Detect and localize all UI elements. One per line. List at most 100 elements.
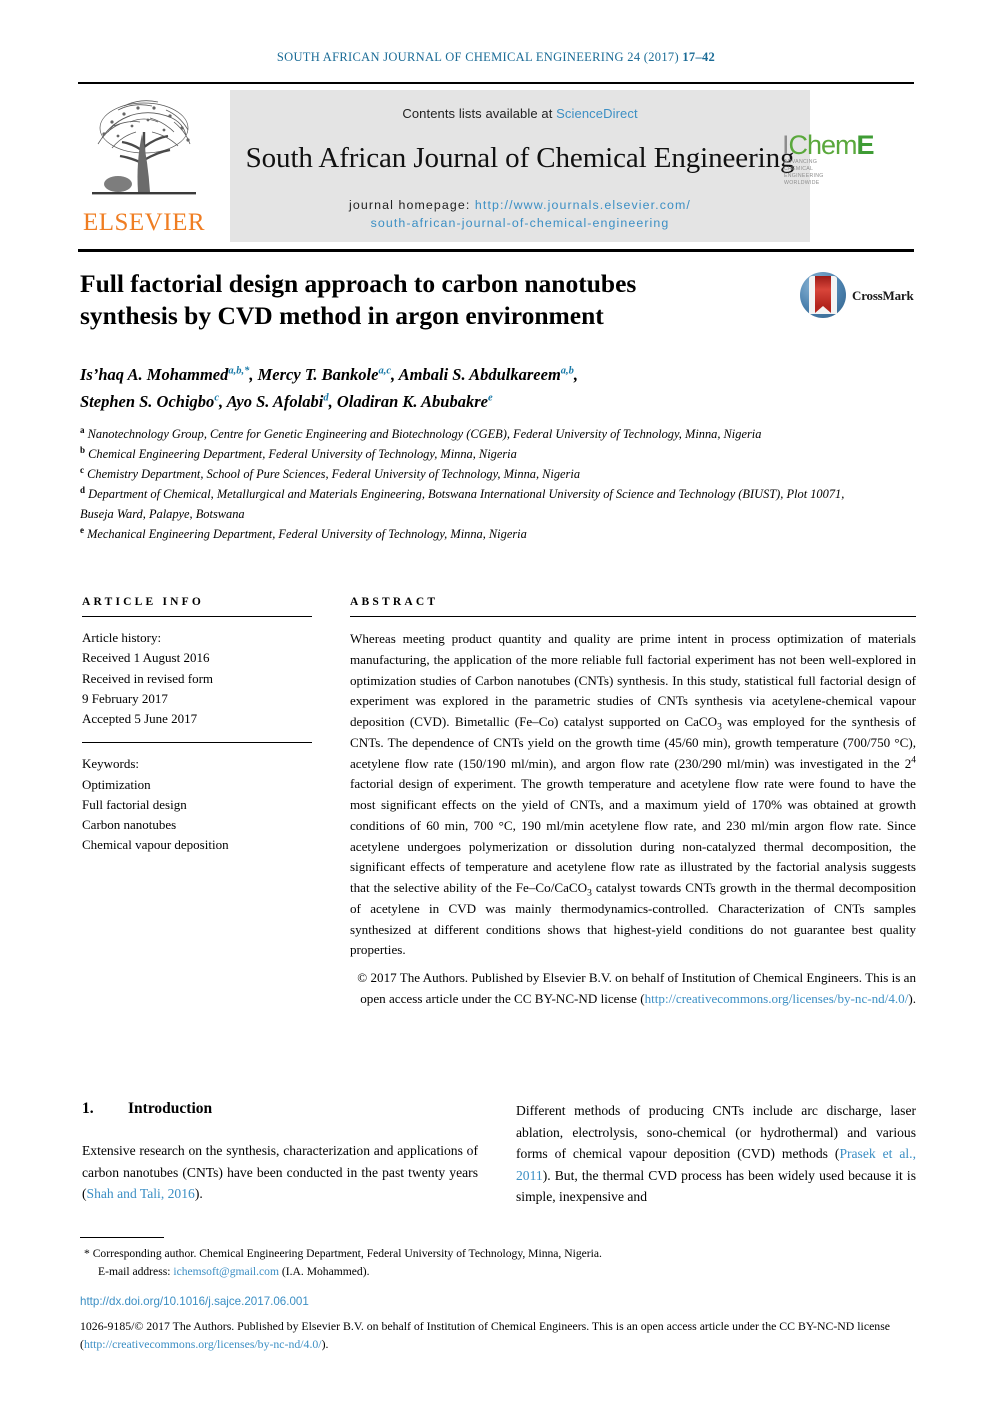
affiliation-item: c Chemistry Department, School of Pure S…	[80, 464, 880, 484]
issn-close: ).	[321, 1336, 329, 1351]
running-head-journal: South African Journal of Chemical Engine…	[276, 50, 679, 64]
affiliation-item: a Nanotechnology Group, Centre for Genet…	[80, 424, 880, 444]
contents-prefix: Contents lists available at	[402, 106, 557, 121]
corresponding-author-note: * Corresponding author. Chemical Enginee…	[84, 1245, 914, 1263]
abstract-heading: ABSTRACT	[350, 596, 439, 608]
icheme-logo: IChemEADVANCING CHEMICAL ENGINEERING WORLDW…	[782, 130, 914, 186]
affiliation-text: Nanotechnology Group, Centre for Genetic…	[87, 427, 762, 441]
article-info-section: ARTICLE INFO Article history: Received 1…	[82, 596, 312, 856]
article-info-heading: ARTICLE INFO	[82, 596, 205, 608]
homepage-url-line1[interactable]: http://www.journals.elsevier.com/	[475, 198, 691, 212]
affiliation-text: Chemical Engineering Department, Federal…	[88, 447, 517, 462]
keywords-block: Keywords: Optimization Full factorial de…	[82, 754, 312, 855]
crossmark-icon	[800, 272, 846, 318]
affiliation-text: Mechanical Engineering Department, Feder…	[87, 527, 527, 542]
journal-article-page: South African Journal of Chemical Engine…	[0, 0, 992, 1403]
introduction-paragraph-right: Different methods of producing CNTs incl…	[516, 1100, 916, 1208]
footnote-block: * Corresponding author. Chemical Enginee…	[84, 1245, 914, 1280]
affiliation-text: Department of Chemical, Metallurgical an…	[80, 487, 845, 522]
keyword-item: Full factorial design	[82, 796, 187, 812]
author-affiliation-marks: a,b,*	[228, 365, 250, 377]
affiliation-mark: d	[80, 485, 86, 496]
author-affiliation-marks: a,b	[560, 365, 574, 377]
author-name: Stephen S. Ochigbo	[80, 391, 215, 411]
abstract-section: ABSTRACT Whereas meeting product quantit…	[350, 596, 916, 1010]
citation-link[interactable]: Shah and Tali, 2016	[87, 1186, 195, 1201]
banner-center: Contents lists available at ScienceDirec…	[230, 90, 810, 242]
affiliation-mark: a	[80, 424, 85, 435]
issn-copyright-line: 1026-9185/© 2017 The Authors. Published …	[80, 1318, 916, 1353]
author-name: Oladiran K. Abubakre	[336, 391, 488, 411]
author-name: Mercy T. Bankole	[257, 365, 379, 384]
intro-right-text-2: ). But, the thermal CVD process has been…	[516, 1167, 916, 1205]
article-title: Full factorial design approach to carbon…	[80, 268, 780, 333]
affiliation-item: d Department of Chemical, Metallurgical …	[80, 484, 880, 524]
keyword-item: Optimization	[82, 776, 151, 792]
keyword-item: Chemical vapour deposition	[82, 837, 229, 853]
corresponding-author-mark: *	[84, 1247, 90, 1260]
copyright-close: ).	[908, 990, 916, 1006]
affiliation-text: Chemistry Department, School of Pure Sci…	[87, 467, 581, 482]
icheme-tagline-3: ENGINEERING	[784, 172, 824, 179]
elsevier-logo: ELSEVIER	[78, 92, 210, 240]
footnote-rule	[80, 1237, 164, 1238]
author-affiliation-marks: d	[323, 392, 329, 404]
crossmark-label: CrossMark	[852, 288, 914, 303]
icheme-tagline-2: CHEMICAL	[784, 165, 814, 172]
article-history-item: Accepted 5 June 2017	[82, 711, 198, 727]
corresponding-author-text: Corresponding author. Chemical Engineeri…	[92, 1247, 602, 1260]
section-number: 1.	[82, 1100, 94, 1117]
contents-available-line: Contents lists available at ScienceDirec…	[230, 90, 810, 121]
banner-bottom-rule	[78, 249, 914, 252]
abstract-copyright: © 2017 The Authors. Published by Elsevie…	[350, 968, 916, 1010]
affiliation-mark: b	[80, 444, 86, 455]
introduction-column-right: Different methods of producing CNTs incl…	[516, 1100, 916, 1208]
article-title-line2: synthesis by CVD method in argon environ…	[80, 301, 604, 331]
article-title-line1: Full factorial design approach to carbon…	[80, 269, 637, 298]
footer-license-link[interactable]: http://creativecommons.org/licenses/by-n…	[84, 1337, 322, 1351]
sciencedirect-link[interactable]: ScienceDirect	[556, 106, 638, 121]
keywords-rule	[82, 742, 312, 744]
crossmark-badge[interactable]: CrossMark	[800, 272, 930, 320]
article-history-item: 9 February 2017	[82, 690, 168, 706]
email-label: E-mail address:	[98, 1264, 174, 1278]
introduction-heading: 1. Introduction	[82, 1100, 478, 1118]
homepage-url-line2[interactable]: south-african-journal-of-chemical-engine…	[371, 216, 670, 230]
journal-banner: ELSEVIER Contents lists available at Sci…	[78, 90, 914, 242]
keyword-item: Carbon nanotubes	[82, 817, 177, 833]
affiliation-list: a Nanotechnology Group, Centre for Genet…	[80, 424, 880, 545]
email-link[interactable]: ichemsoft@gmail.com	[173, 1265, 279, 1278]
author-name: Ayo S. Afolabi	[226, 391, 324, 411]
email-note: E-mail address: ichemsoft@gmail.com (I.A…	[84, 1263, 914, 1281]
affiliation-mark: c	[80, 465, 84, 476]
author-list: Is’haq A. Mohammeda,b,*, Mercy T. Bankol…	[80, 365, 579, 411]
doi-link[interactable]: http://dx.doi.org/10.1016/j.sajce.2017.0…	[80, 1295, 309, 1308]
author-affiliation-marks: c	[214, 392, 219, 404]
elsevier-tree-icon	[92, 100, 196, 195]
intro-left-text-2: ).	[194, 1186, 203, 1202]
author-name: Ambali S. Abdulkareem	[398, 365, 561, 384]
journal-homepage-line: journal homepage: http://www.journals.el…	[230, 197, 810, 233]
icheme-wordmark: IChemE	[782, 130, 875, 160]
icheme-tagline: ADVANCING CHEMICAL ENGINEERING WORLDWIDE	[784, 159, 824, 186]
article-history-item: Received 1 August 2016	[82, 650, 210, 666]
article-history-item: Received in revised form	[82, 670, 214, 686]
author-affiliation-marks: e	[487, 392, 493, 404]
license-link[interactable]: http://creativecommons.org/licenses/by-n…	[645, 991, 909, 1006]
abstract-rule	[350, 616, 916, 617]
abstract-text: Whereas meeting product quantity and qua…	[350, 629, 916, 961]
keywords-label: Keywords:	[82, 756, 140, 772]
article-info-rule	[82, 616, 312, 617]
abstract-part-3: factorial design of experiment. The grow…	[350, 776, 916, 895]
article-history-block: Article history: Received 1 August 2016 …	[82, 628, 312, 729]
abstract-sup-factorial: 4	[911, 755, 916, 766]
journal-title: South African Journal of Chemical Engine…	[245, 142, 795, 174]
icheme-letter-e: E	[856, 130, 875, 160]
email-owner: (I.A. Mohammed).	[279, 1264, 370, 1278]
homepage-label: journal homepage:	[349, 198, 475, 212]
affiliation-mark: e	[80, 525, 84, 536]
author-name: Is’haq A. Mohammed	[80, 365, 229, 384]
icheme-letters-chem: Chem	[788, 130, 858, 160]
affiliation-item: e Mechanical Engineering Department, Fed…	[80, 524, 880, 544]
icheme-tagline-4: WORLDWIDE	[784, 179, 820, 186]
